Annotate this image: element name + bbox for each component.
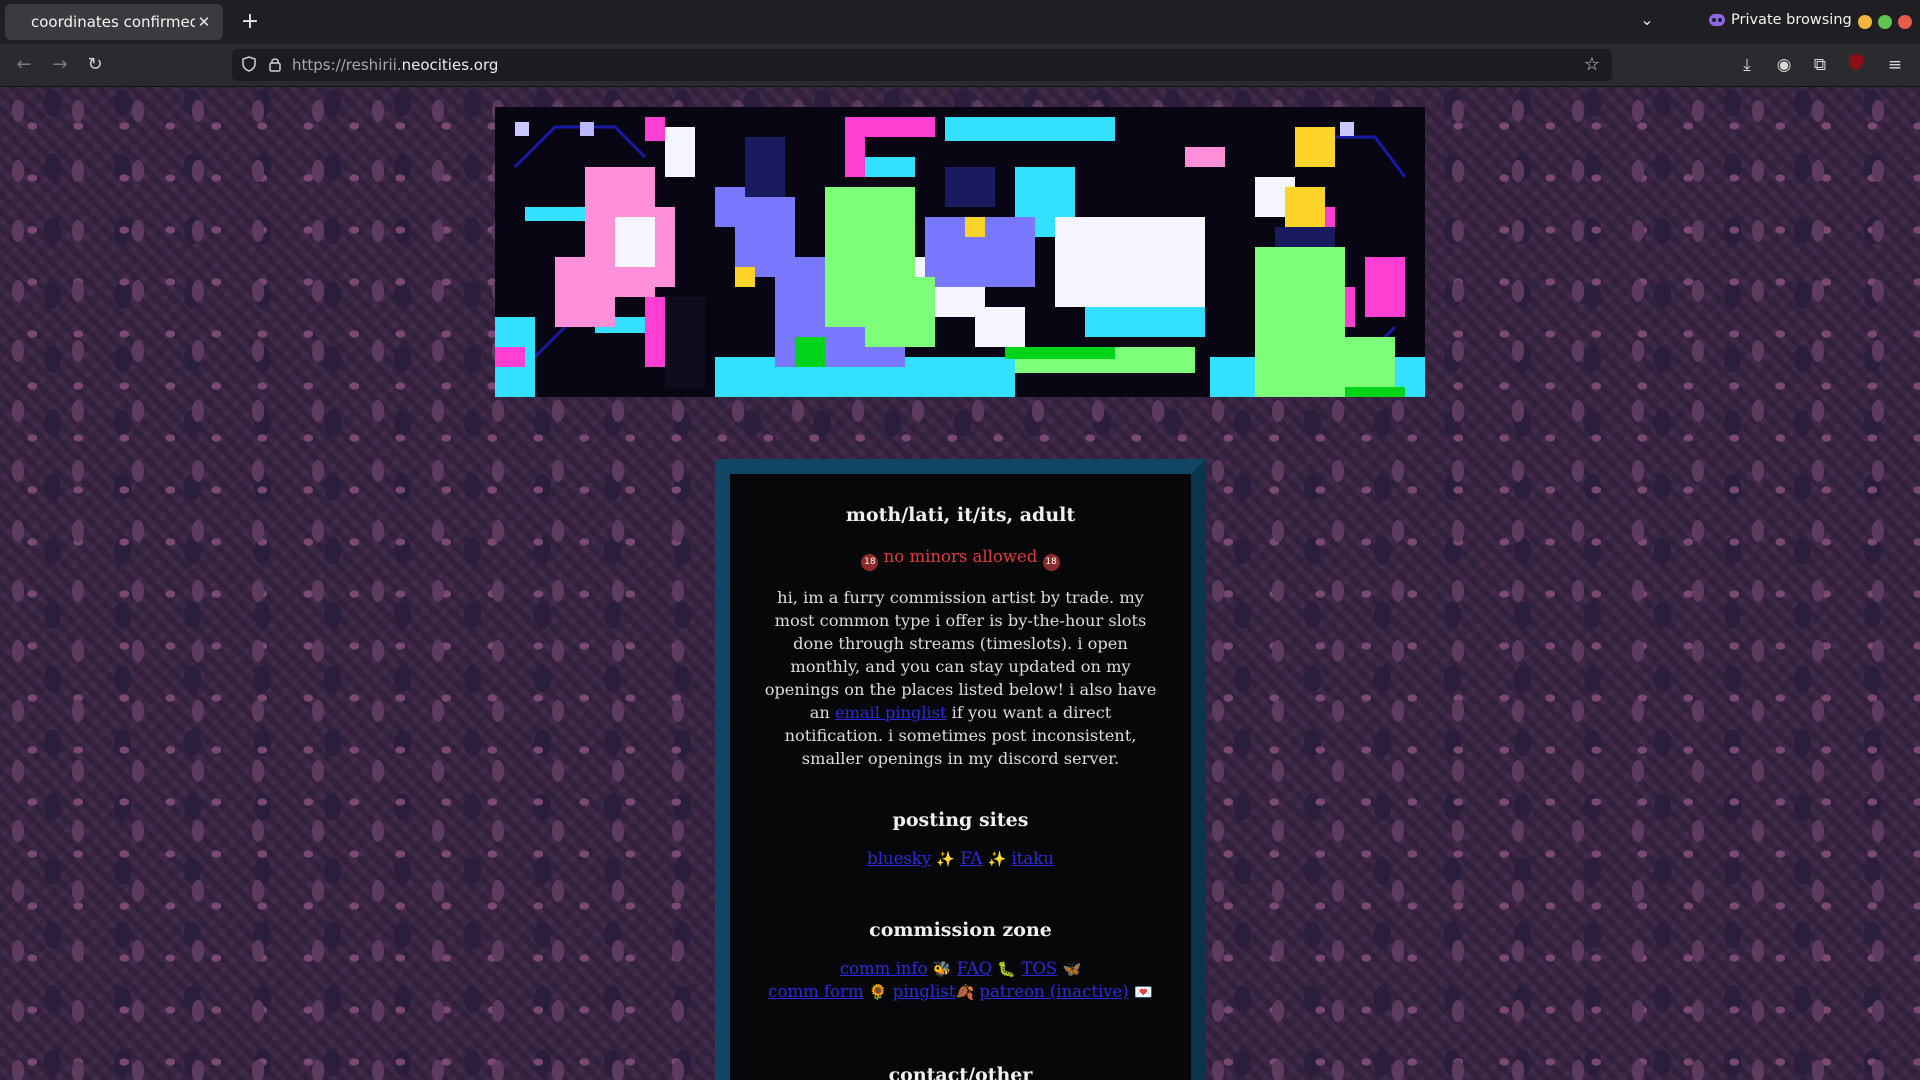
extensions-icon[interactable]: ⧉ (1808, 53, 1832, 77)
menu-icon[interactable]: ≡ (1883, 53, 1907, 77)
url-bar[interactable]: https://reshirii.neocities.org ☆ (232, 49, 1612, 81)
tab-bar: coordinates confirmed ✕ + ⌄ Private brow… (0, 0, 1920, 44)
identity-heading: moth/lati, it/its, adult (845, 504, 1076, 526)
account-icon[interactable]: ◉ (1772, 53, 1796, 77)
posting-sites-links: bluesky ✨ FA ✨ itaku (730, 849, 1191, 868)
page-content: moth/lati, it/its, adult 18 no minors al… (0, 87, 1920, 1080)
star-icon[interactable]: ☆ (1584, 54, 1600, 75)
commission-zone-heading: commission zone (869, 919, 1052, 941)
patreon-link[interactable]: patreon (inactive) (979, 982, 1128, 1001)
sparkles-icon: ✨ (936, 850, 956, 868)
no-minors-icon: 18 (1042, 554, 1060, 571)
tab-active[interactable]: coordinates confirmed ✕ (5, 4, 223, 40)
no-minors-warning: 18 no minors allowed 18 (730, 547, 1191, 571)
bio-text: hi, im a furry commission artist by trad… (764, 588, 1157, 722)
faq-link[interactable]: FAQ (957, 959, 992, 978)
window-close-button[interactable] (1898, 15, 1912, 29)
tos-link[interactable]: TOS (1021, 959, 1057, 978)
banner-image (495, 107, 1425, 397)
new-tab-icon[interactable]: + (236, 8, 264, 36)
fa-link[interactable]: FA (960, 849, 982, 868)
ublock-icon[interactable] (1844, 53, 1868, 77)
reload-icon[interactable]: ↻ (82, 52, 108, 78)
butterfly-icon: 🦋 (1062, 960, 1082, 978)
private-browsing-indicator: Private browsing (1709, 12, 1852, 28)
comm-form-link[interactable]: comm form (768, 982, 863, 1001)
bluesky-link[interactable]: bluesky (867, 849, 931, 868)
bio-paragraph: hi, im a furry commission artist by trad… (760, 586, 1161, 770)
tab-title: coordinates confirmed (31, 13, 195, 31)
commission-links-row-1: comm info 🐝 FAQ 🐛 TOS 🦋 (730, 959, 1191, 978)
navigation-bar: ← → ↻ https://reshirii.neocities.org ☆ ⤓… (0, 44, 1920, 87)
private-browsing-label: Private browsing (1731, 12, 1852, 28)
tab-close-icon[interactable]: ✕ (195, 13, 213, 31)
info-panel: moth/lati, it/its, adult 18 no minors al… (715, 459, 1206, 1080)
window-maximize-button[interactable] (1878, 15, 1892, 29)
pinglist-link[interactable]: pinglist (893, 982, 956, 1001)
warning-text: no minors allowed (883, 547, 1038, 566)
contact-other-heading: contact/other (888, 1064, 1033, 1080)
email-pinglist-link[interactable]: email pinglist (835, 703, 947, 722)
url-text: https://reshirii.neocities.org (292, 56, 499, 74)
bee-icon: 🐝 (932, 960, 952, 978)
lock-icon[interactable] (268, 56, 282, 72)
love-letter-icon: 💌 (1134, 983, 1153, 1001)
download-icon[interactable]: ⤓ (1735, 53, 1759, 77)
leaf-icon: 🍂 (955, 983, 975, 1001)
private-browsing-icon (1709, 14, 1725, 26)
itaku-link[interactable]: itaku (1011, 849, 1053, 868)
sunflower-icon: 🌻 (868, 983, 888, 1001)
window-minimize-button[interactable] (1858, 15, 1872, 29)
commission-links-row-2: comm form 🌻 pinglist🍂 patreon (inactive)… (730, 982, 1191, 1001)
sparkles-icon: ✨ (987, 850, 1007, 868)
forward-icon[interactable]: → (47, 52, 73, 78)
comm-info-link[interactable]: comm info (840, 959, 928, 978)
back-icon[interactable]: ← (11, 52, 37, 78)
posting-sites-heading: posting sites (892, 809, 1029, 831)
no-minors-icon: 18 (861, 554, 879, 571)
shield-icon[interactable] (242, 56, 256, 72)
caterpillar-icon: 🐛 (997, 960, 1017, 978)
chevron-down-icon[interactable]: ⌄ (1636, 10, 1658, 29)
